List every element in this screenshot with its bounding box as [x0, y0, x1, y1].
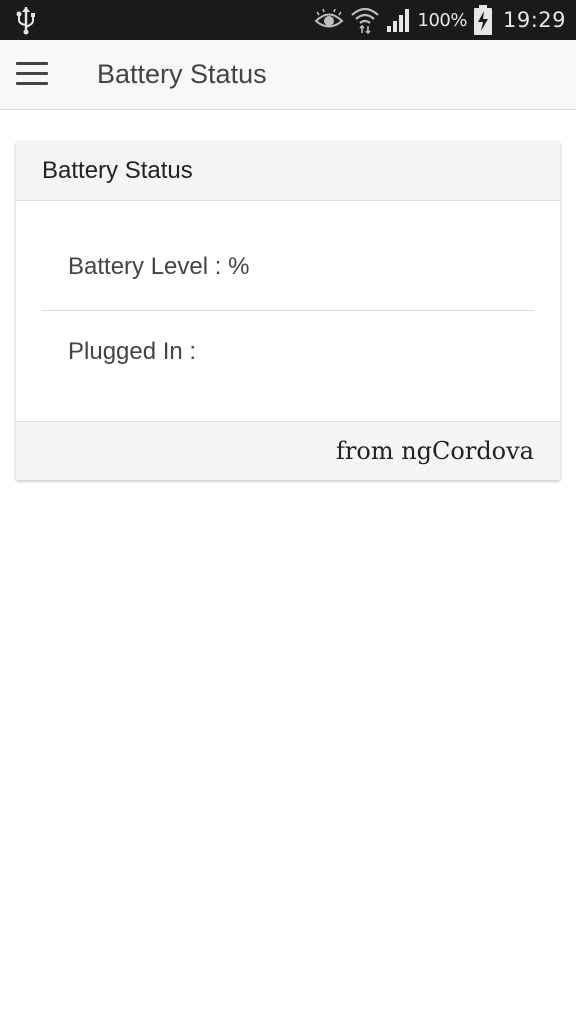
card-footer: from ngCordova	[16, 421, 560, 480]
divider	[42, 310, 534, 311]
app-bar: Battery Status	[0, 40, 576, 110]
wifi-icon	[350, 7, 379, 34]
eye-icon	[314, 9, 343, 28]
plugged-in-item: Plugged In :	[68, 338, 197, 365]
battery-status-card: Battery Status Battery Level : % Plugged…	[16, 142, 560, 480]
clock: 19:29	[502, 8, 566, 32]
battery-charging-icon	[473, 5, 492, 35]
card-header-title: Battery Status	[42, 157, 193, 184]
battery-level-item: Battery Level : %	[68, 253, 250, 280]
page-title: Battery Status	[97, 59, 267, 89]
usb-icon	[16, 7, 35, 35]
hamburger-menu-icon[interactable]	[6, 52, 58, 98]
card-header: Battery Status	[16, 142, 560, 201]
card-footer-text: from ngCordova	[336, 437, 534, 465]
signal-icon	[386, 9, 409, 32]
battery-percentage: 100%	[417, 9, 468, 31]
status-bar: 100% 19:29	[0, 0, 576, 40]
